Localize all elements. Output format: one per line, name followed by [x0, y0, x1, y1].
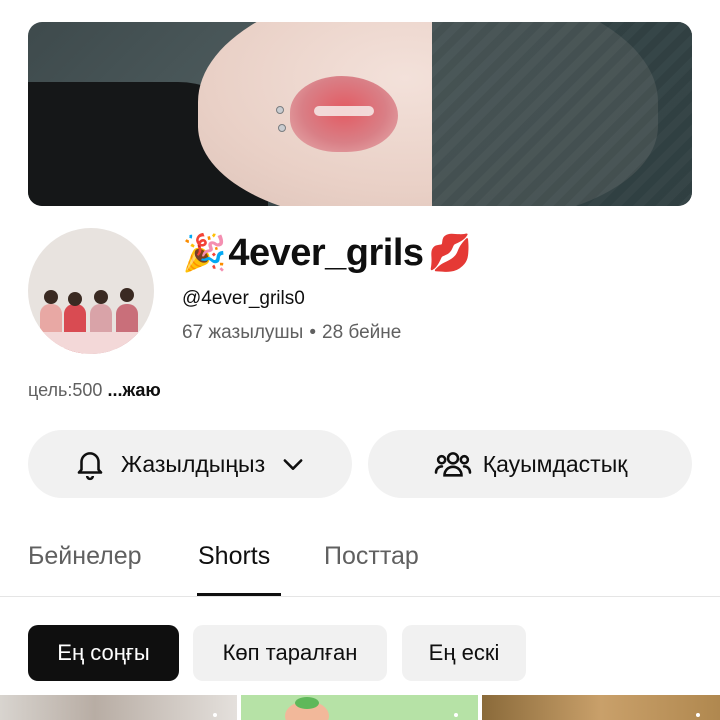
tab-videos[interactable]: Бейнелер — [28, 542, 142, 571]
filter-latest-chip[interactable]: Ең соңғы — [28, 625, 179, 681]
community-button[interactable]: Қауымдастық — [368, 430, 692, 498]
more-options-icon[interactable] — [213, 713, 217, 717]
channel-banner — [28, 22, 692, 206]
subscribed-button[interactable]: Жазылдыңыз — [28, 430, 352, 498]
channel-stats: 67 жазылушы • 28 бейне — [182, 322, 401, 344]
channel-title: 🎉 4ever_grils 💋 — [182, 230, 472, 276]
description-text: цель:500 — [28, 380, 108, 400]
short-thumbnail[interactable] — [241, 695, 478, 720]
stats-separator: • — [309, 322, 316, 343]
more-options-icon[interactable] — [454, 713, 458, 717]
people-icon — [434, 452, 471, 477]
party-popper-emoji: 🎉 — [182, 233, 227, 274]
filter-popular-chip[interactable]: Көп таралған — [193, 625, 387, 681]
active-tab-indicator — [197, 593, 281, 596]
community-label: Қауымдастық — [482, 450, 628, 477]
filter-oldest-chip[interactable]: Ең ескі — [402, 625, 526, 681]
chevron-down-icon — [283, 459, 303, 470]
channel-tabs: Бейнелер Shorts Посттар — [0, 530, 720, 597]
tab-shorts[interactable]: Shorts — [198, 542, 270, 571]
subscribed-label: Жазылдыңыз — [120, 450, 266, 477]
short-thumbnail[interactable] — [0, 695, 237, 720]
subscriber-count: 67 жазылушы — [182, 322, 304, 343]
channel-description[interactable]: цель:500 ...жаю — [28, 380, 161, 401]
video-count: 28 бейне — [322, 322, 402, 343]
channel-handle: @4ever_grils0 — [182, 288, 305, 309]
kiss-mark-emoji: 💋 — [427, 233, 473, 274]
tab-posts[interactable]: Посттар — [324, 542, 419, 571]
bell-icon — [77, 452, 103, 481]
more-options-icon[interactable] — [696, 713, 700, 717]
description-more[interactable]: ...жаю — [107, 380, 160, 400]
channel-name-text: 4ever_grils — [228, 231, 424, 274]
channel-avatar[interactable] — [28, 228, 154, 354]
short-thumbnail[interactable] — [482, 695, 720, 720]
